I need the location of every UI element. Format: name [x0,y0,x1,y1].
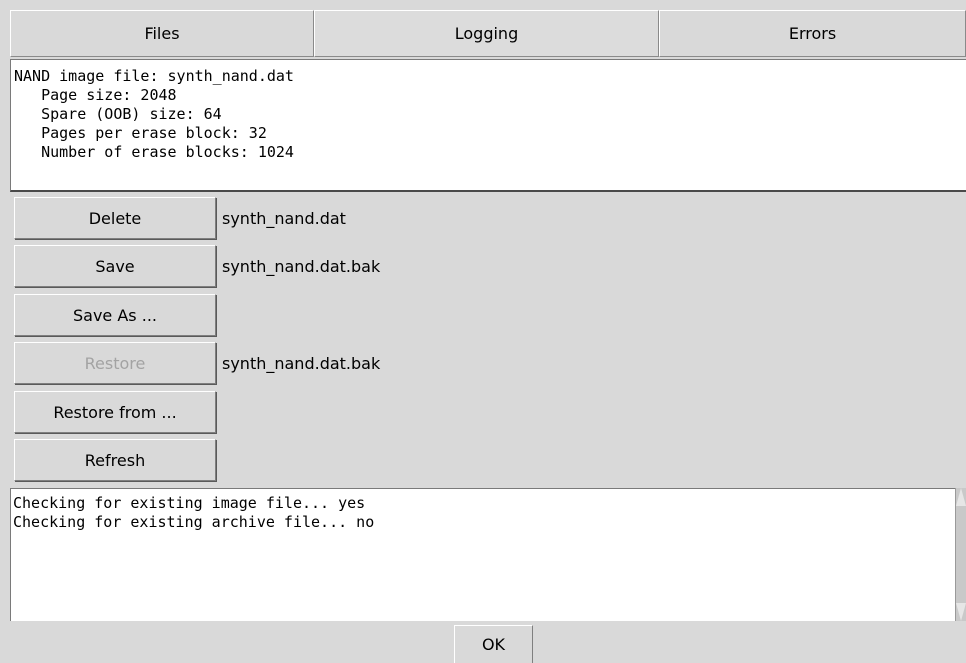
restore-button[interactable]: Restore [14,342,216,384]
image-info-panel: NAND image file: synth_nand.dat Page siz… [10,59,966,192]
info-line: Pages per erase block: 32 [14,124,267,142]
scroll-up-arrow-icon[interactable] [956,488,966,506]
info-line: NAND image file: synth_nand.dat [14,67,294,85]
refresh-button[interactable]: Refresh [14,439,216,481]
tab-errors[interactable]: Errors [659,10,966,57]
tab-files[interactable]: Files [10,10,314,57]
delete-filename: synth_nand.dat [222,208,346,228]
log-output[interactable]: Checking for existing image file... yes … [10,488,955,621]
tab-logging[interactable]: Logging [314,10,659,57]
save-button[interactable]: Save [14,245,216,287]
info-line: Spare (OOB) size: 64 [14,105,222,123]
scroll-down-arrow-icon[interactable] [956,603,966,621]
info-line: Number of erase blocks: 1024 [14,143,294,161]
save-as-button[interactable]: Save As ... [14,294,216,336]
ok-button[interactable]: OK [454,625,533,663]
log-scrollbar[interactable] [955,488,966,621]
log-line: Checking for existing archive file... no [13,513,375,531]
restore-from-button[interactable]: Restore from ... [14,391,216,433]
restore-filename: synth_nand.dat.bak [222,353,381,373]
info-line: Page size: 2048 [14,86,177,104]
tab-bar: Files Logging Errors [10,10,966,57]
delete-button[interactable]: Delete [14,197,216,239]
save-filename: synth_nand.dat.bak [222,256,381,276]
log-line: Checking for existing image file... yes [13,494,366,512]
